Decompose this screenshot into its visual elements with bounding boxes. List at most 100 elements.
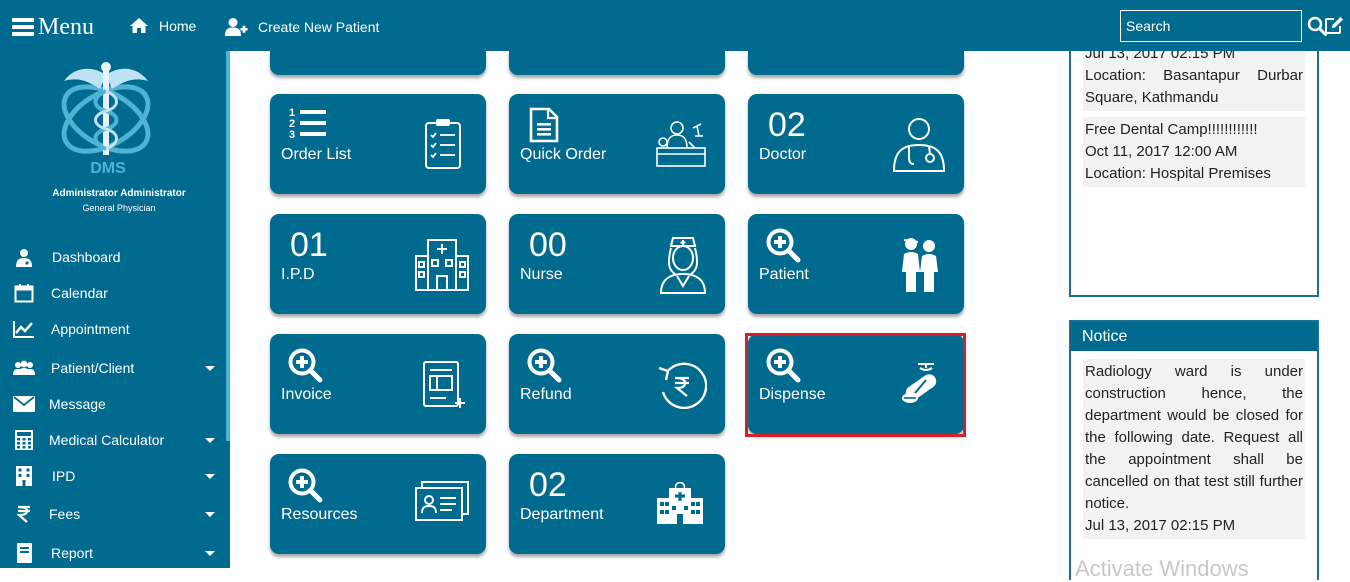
menu-label: Menu [38,14,94,40]
sidebar-item-report[interactable]: Report [0,538,226,568]
sidebar-item-appointment[interactable]: Appointment [0,314,226,344]
chevron-down-icon [205,437,215,443]
chevron-down-icon [205,511,215,517]
doctor-count: 02 [768,106,806,144]
user-plus-icon [225,18,248,36]
tile-nurse[interactable]: 00 Nurse [509,214,725,314]
zoom-in-icon [527,348,562,383]
sidebar-item-fees[interactable]: Fees [0,499,226,529]
rupee-icon [13,503,35,525]
ipd-count: 01 [290,226,328,264]
events-panel: Jul 13, 2017 02:15 PM Location: Basantap… [1069,51,1319,297]
tile-order-list[interactable]: 1 2 3 Order List [270,94,486,194]
tile-doctor[interactable]: 02 Doctor [748,94,964,194]
activate-windows-watermark: Activate Windows [1075,556,1249,581]
tile-label: Refund [520,386,572,403]
event-date: Jul 13, 2017 02:15 PM [1085,51,1236,62]
sidebar-item-calendar[interactable]: Calendar [0,278,226,308]
home-link-label: Home [159,17,197,34]
tile-partial[interactable] [509,51,725,75]
create-new-patient-link[interactable]: Create New Patient [224,17,379,37]
users-icon [13,357,35,379]
lab-worker-icon [656,121,706,167]
tile-resources[interactable]: Resources [270,454,486,554]
doctor-stethoscope-icon [892,118,946,172]
notice-date: Jul 13, 2017 02:15 PM [1085,517,1236,534]
tile-patient[interactable]: Patient [748,214,964,314]
line-chart-icon [13,318,35,340]
sidebar-item-label: Medical Calculator [49,432,165,448]
tile-quick-order[interactable]: Quick Order [509,94,725,194]
sidebar-item-label: Report [51,545,94,561]
document-icon [529,107,559,143]
tile-label: Order List [281,146,352,163]
search-input[interactable] [1126,18,1307,34]
sidebar-item-label: Patient/Client [51,360,135,376]
event-item: Jul 13, 2017 02:15 PM Location: Basantap… [1083,51,1305,111]
event-location: Location: Basantapur Durbar Square, Kath… [1085,67,1303,106]
sidebar-item-dashboard[interactable]: Dashboard [0,242,226,272]
ordered-list-icon: 1 2 3 [289,107,326,140]
id-cards-icon [415,481,469,521]
rupee-refund-icon [658,362,707,409]
doctor-icon [13,246,35,268]
logo-text: DMS [90,160,126,177]
tile-label: I.P.D [281,266,315,283]
nurse-count: 00 [529,226,567,264]
sidebar-item-label: Message [49,396,106,412]
calendar-icon [13,282,35,304]
edit-icon [1325,17,1343,34]
zoom-in-icon [766,228,801,263]
tile-department[interactable]: 02 Department [509,454,725,554]
department-count: 02 [529,466,567,504]
tile-invoice[interactable]: Invoice [270,334,486,434]
create-new-patient-label: Create New Patient [258,19,380,35]
notice-title: Notice [1071,322,1317,351]
tile-partial[interactable] [748,51,964,75]
tile-label: Invoice [281,386,332,403]
building-icon [13,465,35,487]
search-box [1120,10,1327,42]
hamburger-icon [12,18,34,36]
tile-label: Nurse [520,266,563,283]
hospital-icon [657,482,703,524]
book-icon [13,542,35,564]
event-title: Free Dental Camp!!!!!!!!!!!! [1085,121,1258,138]
tile-label: Doctor [759,146,807,163]
home-icon [130,18,148,33]
sidebar-item-ipd[interactable]: IPD [0,461,226,491]
sidebar-item-label: Dashboard [52,249,121,265]
svg-text:3: 3 [289,129,295,140]
zoom-in-icon [288,468,323,503]
event-location: Location: Hospital Premises [1085,165,1271,182]
top-navbar: Menu Home Create New Patient [0,0,1350,51]
sidebar-item-medical-calculator[interactable]: Medical Calculator [0,425,226,455]
notice-text: Radiology ward is under construction hen… [1085,363,1303,512]
sidebar-item-label: Calendar [51,285,108,301]
tile-refund[interactable]: Refund [509,334,725,434]
sidebar-scrollbar[interactable] [226,51,230,441]
clipboard-checklist-icon [425,119,461,169]
sidebar-item-label: IPD [52,468,76,484]
tile-label: Quick Order [520,146,607,163]
sidebar-item-label: Fees [49,506,81,522]
calculator-icon [13,429,35,451]
sidebar-item-message[interactable]: Message [0,389,226,419]
edit-button[interactable] [1324,16,1344,40]
event-item: Free Dental Camp!!!!!!!!!!!! Oct 11, 201… [1083,117,1305,187]
menu-toggle-button[interactable]: Menu [12,14,94,40]
patient-couple-icon [902,238,938,292]
tile-label: Resources [281,506,358,523]
sidebar: DMS Administrator Administrator General … [0,51,230,568]
chevron-down-icon [205,365,215,371]
sidebar-item-patient-client[interactable]: Patient/Client [0,353,226,383]
sidebar-item-label: Appointment [51,321,130,337]
event-date: Oct 11, 2017 12:00 AM [1085,143,1238,160]
tile-ipd[interactable]: 01 I.P.D [270,214,486,314]
chevron-down-icon [205,473,215,479]
tile-label: Patient [759,266,809,283]
zoom-in-icon [288,348,323,383]
home-link[interactable]: Home [129,17,196,34]
invoice-document-icon [423,361,465,408]
tile-partial[interactable] [270,51,486,75]
